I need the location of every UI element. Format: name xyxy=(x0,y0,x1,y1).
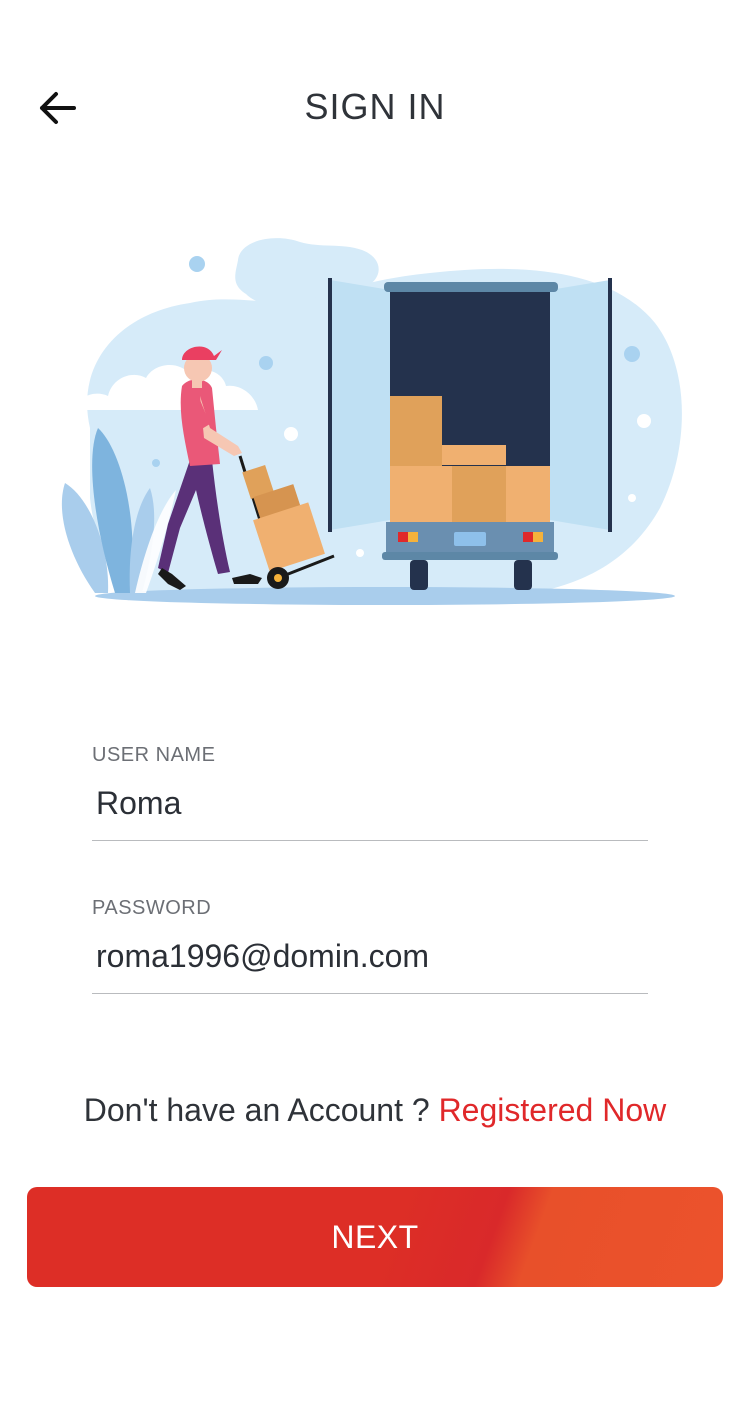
decor-dot xyxy=(189,256,205,272)
truck-tail-light xyxy=(408,532,418,542)
username-label: USER NAME xyxy=(92,744,216,766)
username-input[interactable] xyxy=(92,785,648,841)
cargo-box xyxy=(390,396,442,466)
truck-bumper-base xyxy=(382,552,558,560)
cargo-box xyxy=(452,466,506,524)
signup-prompt: Don't have an Account ? Registered Now xyxy=(0,1092,750,1129)
truck-left-door xyxy=(330,280,390,530)
decor-dot xyxy=(356,549,364,557)
cargo-box xyxy=(506,466,550,524)
hand-truck-wheel-hub xyxy=(274,574,282,582)
password-field: PASSWORD xyxy=(92,897,648,994)
cargo-box xyxy=(390,466,452,524)
password-input[interactable] xyxy=(92,938,648,994)
password-label: PASSWORD xyxy=(92,897,212,919)
truck-tail-light xyxy=(523,532,533,542)
truck-plate xyxy=(454,532,486,546)
decor-dot xyxy=(628,494,636,502)
next-button[interactable]: NEXT xyxy=(27,1187,723,1287)
truck-right-door-edge xyxy=(608,278,612,532)
decor-dot xyxy=(259,356,273,370)
worker-neck xyxy=(192,378,202,388)
username-field: USER NAME xyxy=(92,744,648,841)
decor-dot xyxy=(284,427,298,441)
decor-dot xyxy=(152,459,160,467)
app-header: SIGN IN xyxy=(0,60,750,156)
page-title: SIGN IN xyxy=(304,86,446,127)
ground-shadow xyxy=(95,587,675,605)
truck-tail-light xyxy=(398,532,408,542)
truck-tail-light xyxy=(533,532,543,542)
register-link[interactable]: Registered Now xyxy=(439,1092,667,1128)
signup-prompt-text: Don't have an Account ? xyxy=(83,1092,439,1128)
truck-wheel xyxy=(410,560,428,590)
cargo-box xyxy=(442,445,506,465)
truck-left-door-edge xyxy=(328,278,332,532)
decor-dot xyxy=(637,414,651,428)
truck-roof xyxy=(384,282,558,292)
decor-dot xyxy=(624,346,640,362)
delivery-truck-illustration xyxy=(61,238,682,605)
truck-right-door xyxy=(550,280,610,530)
truck-wheel xyxy=(514,560,532,590)
